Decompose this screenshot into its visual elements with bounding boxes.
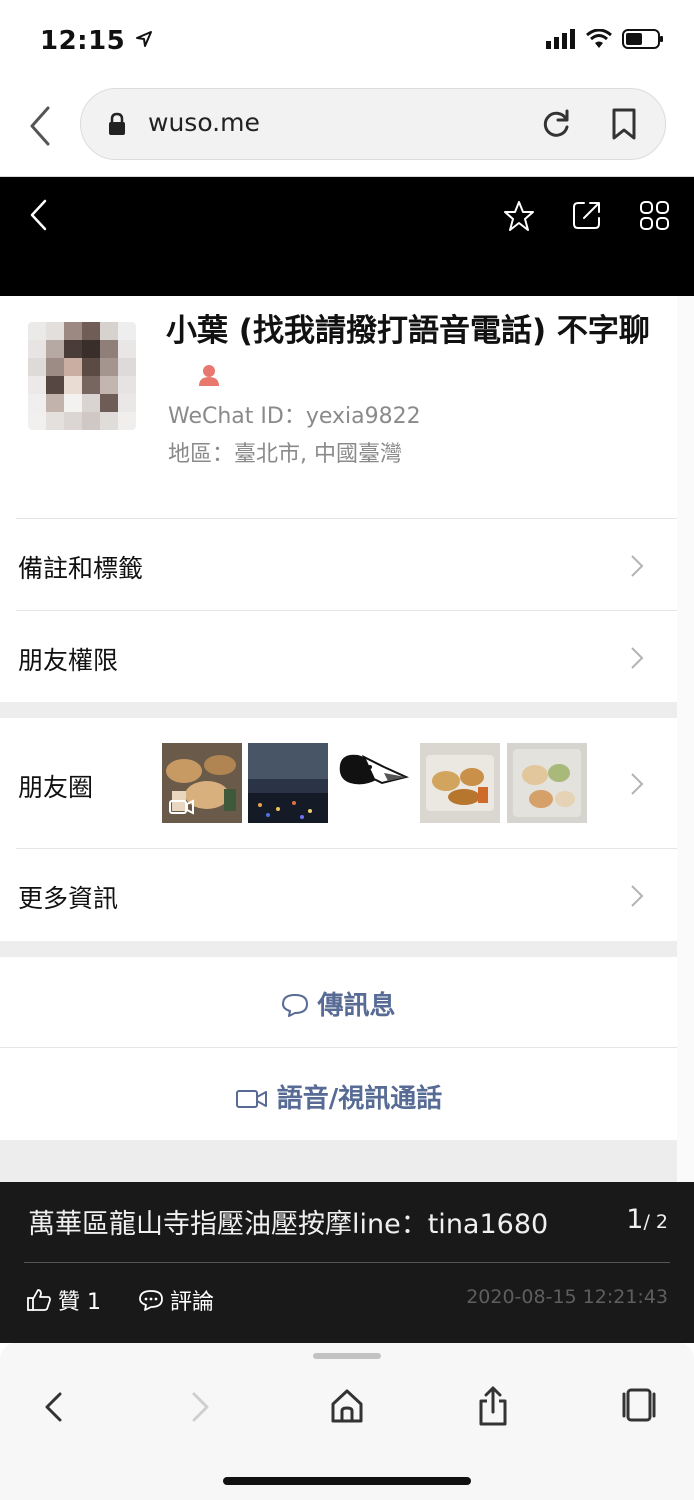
- moments-thumbnail[interactable]: [420, 743, 500, 823]
- moments-thumbnail-image-2: [248, 743, 328, 823]
- back-icon[interactable]: [26, 197, 52, 233]
- avatar[interactable]: [28, 322, 136, 430]
- page-total: / 2: [643, 1211, 668, 1233]
- moments-thumbnail-image-1: [162, 743, 242, 823]
- chat-bubble-icon: [282, 994, 309, 1017]
- send-message-button[interactable]: 傳訊息: [0, 957, 677, 1047]
- profile-card: 小葉 (找我請撥打語音電話) 不字聊 WeChat ID：yexia9822 地…: [0, 296, 694, 518]
- moments-thumbnail[interactable]: [507, 743, 587, 823]
- right-edge-strip: [677, 296, 694, 1184]
- reload-icon[interactable]: [539, 107, 573, 141]
- voice-video-call-button[interactable]: 語音/視訊通話: [0, 1048, 677, 1140]
- video-call-icon: [235, 1090, 267, 1108]
- page-current: 1: [626, 1204, 644, 1235]
- row-permissions-label: 朋友權限: [18, 646, 119, 675]
- send-message-content: 傳訊息: [0, 985, 677, 1022]
- wechat-id: WeChat ID：yexia9822: [168, 404, 421, 429]
- signal-icon: [546, 29, 575, 49]
- status-time: 12:15: [40, 26, 153, 56]
- call-label: 語音/視訊通話: [276, 1084, 443, 1114]
- profile-name-text: 小葉 (找我請撥打語音電話) 不字聊: [166, 313, 650, 349]
- browser-toolbar: [0, 1343, 694, 1500]
- address-bar[interactable]: wuso.me: [80, 88, 666, 160]
- moments-thumbnail[interactable]: [334, 743, 414, 823]
- row-more-info[interactable]: 更多資訊: [0, 849, 677, 941]
- page-header: [0, 177, 694, 296]
- comment-icon: [139, 1290, 163, 1311]
- sheet-grabber[interactable]: [313, 1353, 381, 1359]
- wifi-icon: [586, 29, 612, 48]
- home-indicator[interactable]: [223, 1477, 471, 1485]
- grid-icon[interactable]: [638, 199, 672, 233]
- row-friend-permissions[interactable]: 朋友權限: [0, 611, 677, 702]
- browser-address-area: wuso.me: [0, 80, 694, 177]
- tabs-icon[interactable]: [620, 1387, 658, 1423]
- image-caption-overlay: 萬華區龍山寺指壓油壓按摩line：tina1680 1/ 2 贊 1 評論 20…: [0, 1182, 694, 1343]
- home-icon[interactable]: [329, 1387, 365, 1425]
- divider: [24, 1262, 670, 1263]
- status-bar: 12:15: [0, 0, 694, 80]
- browser-back-icon[interactable]: [24, 102, 60, 150]
- call-content: 語音/視訊通話: [0, 1078, 677, 1115]
- page-indicator: 1/ 2: [626, 1204, 668, 1235]
- comment-button[interactable]: 評論: [138, 1284, 214, 1316]
- like-label: 贊 1: [58, 1290, 101, 1315]
- chevron-right-icon: [631, 555, 644, 577]
- post-timestamp: 2020-08-15 12:21:43: [466, 1286, 668, 1308]
- chevron-right-icon: [631, 647, 644, 669]
- chevron-right-icon: [631, 885, 644, 907]
- share-icon[interactable]: [570, 198, 604, 232]
- bookmark-icon[interactable]: [609, 107, 639, 141]
- section-gap: [0, 702, 677, 718]
- share-icon[interactable]: [476, 1385, 510, 1427]
- forward-icon[interactable]: [186, 1389, 214, 1425]
- url-text: wuso.me: [148, 108, 260, 137]
- like-button[interactable]: 贊 1: [26, 1284, 101, 1316]
- send-message-label: 傳訊息: [317, 991, 396, 1021]
- status-icons: [546, 28, 664, 50]
- row-remarks-and-tags[interactable]: 備註和標籤: [0, 519, 677, 610]
- chevron-right-icon: [631, 773, 644, 795]
- moments-thumbnail-image-4: [420, 743, 500, 823]
- row-remarks-label: 備註和標籤: [18, 554, 144, 583]
- profile-name: 小葉 (找我請撥打語音電話) 不字聊: [166, 310, 666, 394]
- moments-thumbnail-image-5: [507, 743, 587, 823]
- female-icon: [199, 364, 219, 386]
- location-arrow-icon: [135, 31, 152, 47]
- row-moments-label: 朋友圈: [18, 773, 94, 802]
- section-gap: [0, 1140, 677, 1184]
- caption-text: 萬華區龍山寺指壓油壓按摩line：tina1680: [28, 1209, 549, 1240]
- thumbs-up-icon: [27, 1289, 51, 1311]
- row-moments[interactable]: 朋友圈: [0, 718, 677, 848]
- moments-thumbnail-image-3: [334, 743, 414, 823]
- star-icon[interactable]: [502, 199, 536, 233]
- row-more-info-label: 更多資訊: [18, 884, 119, 913]
- region: 地區：臺北市, 中國臺灣: [168, 442, 402, 467]
- comment-label: 評論: [170, 1290, 215, 1315]
- moments-thumbnail[interactable]: [162, 743, 242, 823]
- section-gap: [0, 941, 677, 957]
- battery-icon: [622, 29, 663, 49]
- status-time-text: 12:15: [40, 26, 126, 56]
- back-icon[interactable]: [40, 1389, 68, 1425]
- moments-thumbnail[interactable]: [248, 743, 328, 823]
- lock-icon: [109, 112, 125, 135]
